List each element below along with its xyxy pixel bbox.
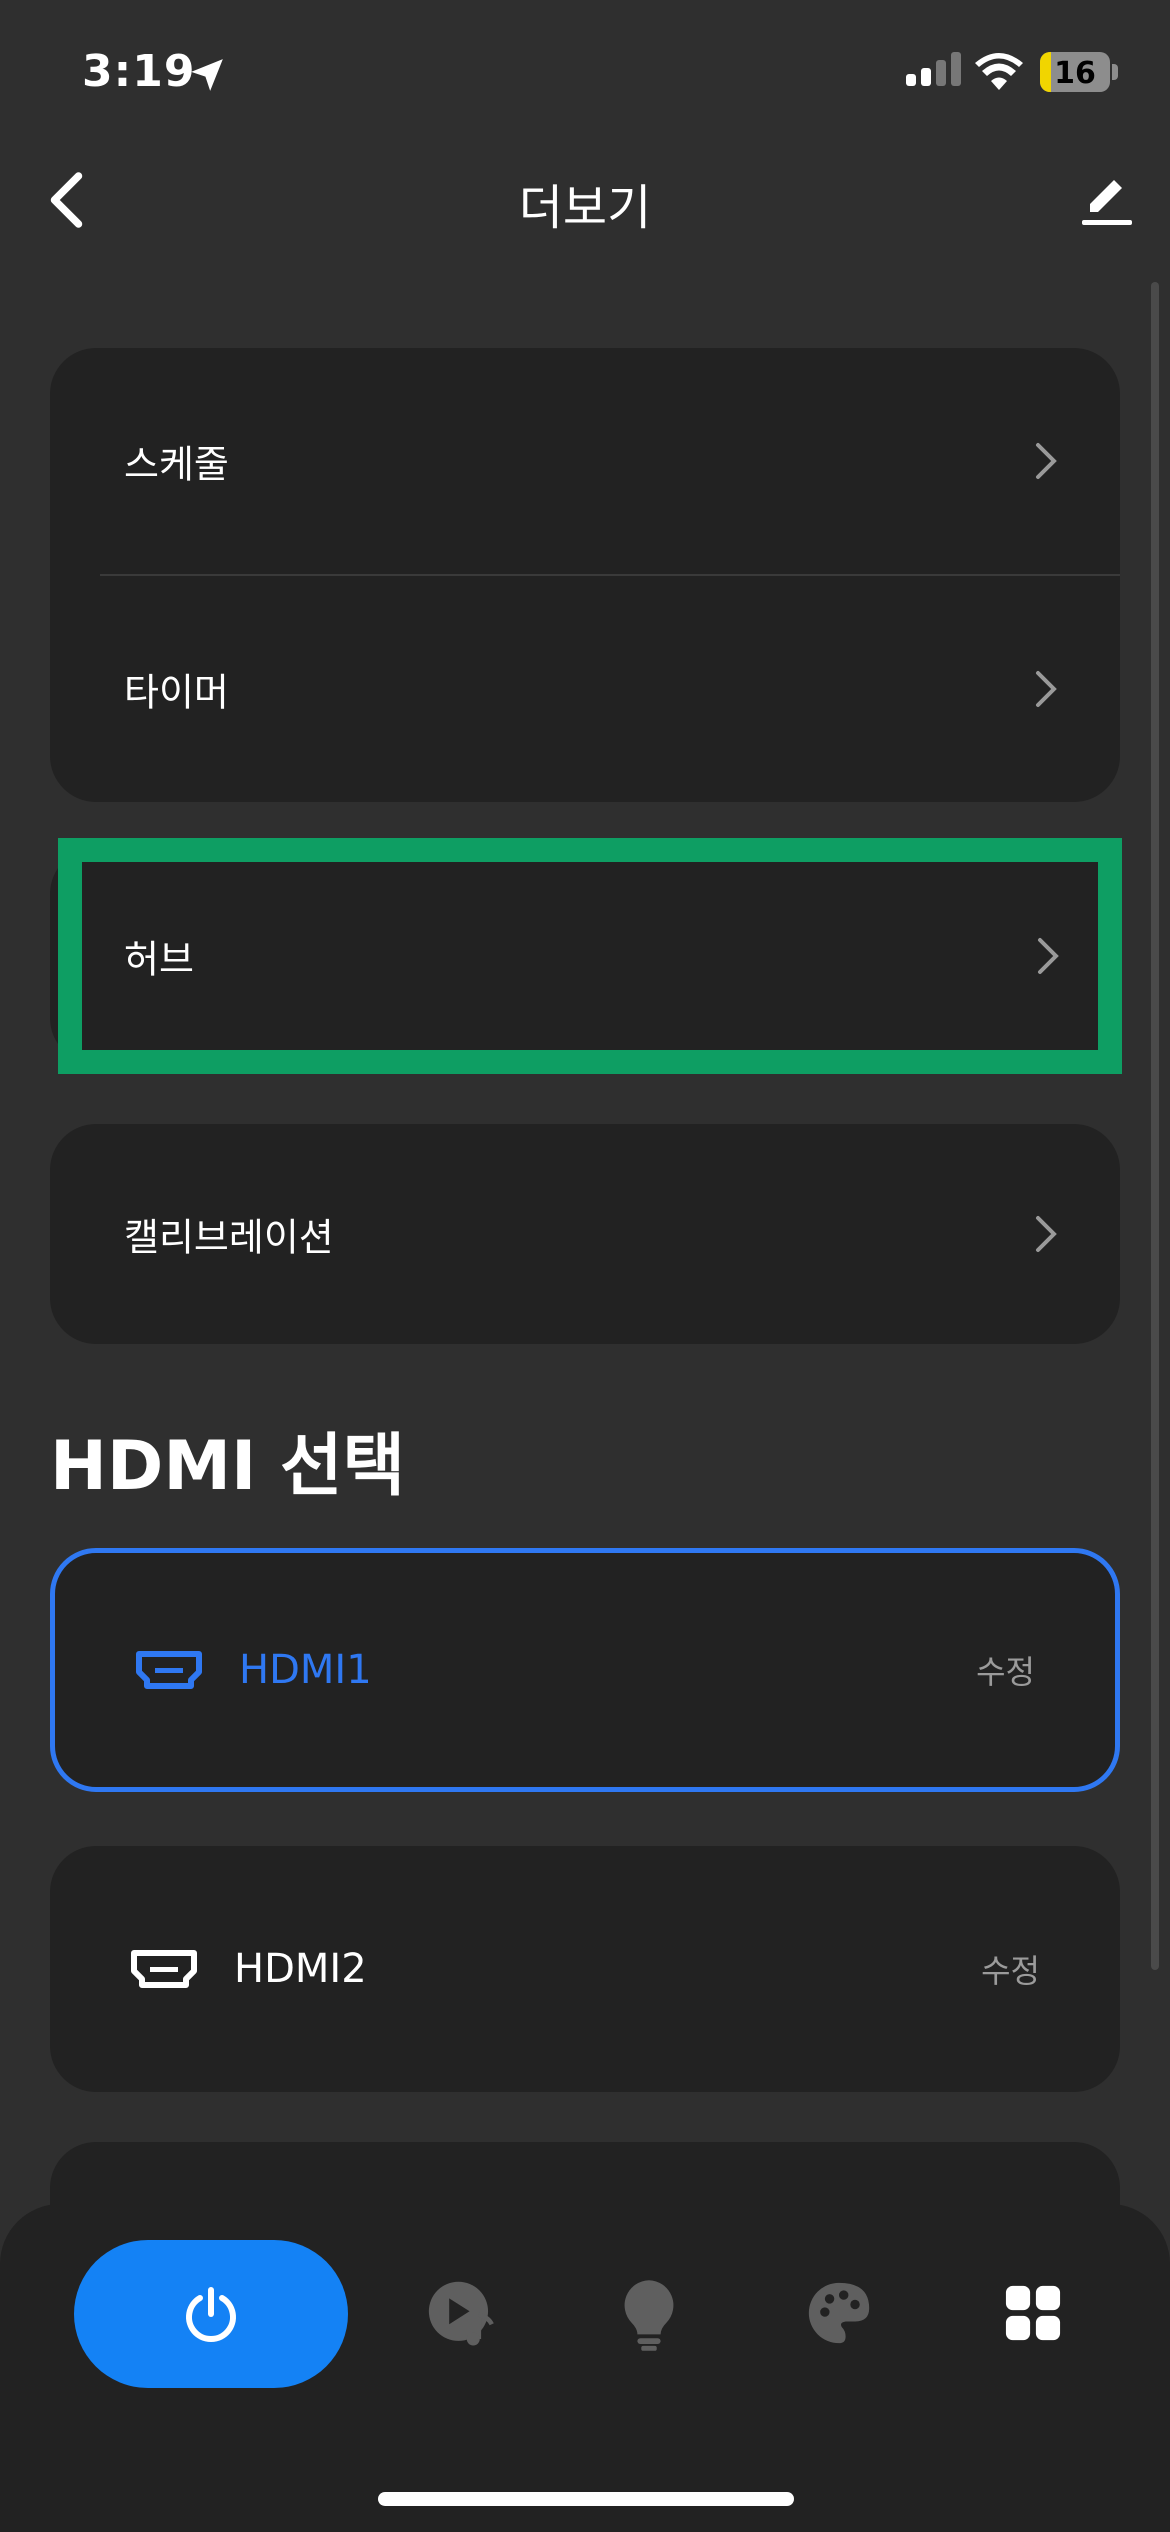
cellular-signal-icon xyxy=(906,52,966,92)
wifi-icon xyxy=(975,53,1023,90)
menu-item-calibration[interactable]: 캘리브레이션 xyxy=(50,1124,1120,1344)
menu-item-schedule[interactable]: 스케줄 xyxy=(50,348,1120,574)
menu-item-timer[interactable]: 타이머 xyxy=(50,576,1120,802)
hdmi-label: HDMI2 xyxy=(234,1946,367,1992)
chevron-right-icon xyxy=(1036,671,1057,707)
hdmi-option-2[interactable]: HDMI2 수정 xyxy=(50,1846,1120,2092)
menu-item-label: 허브 xyxy=(124,937,194,982)
hdmi-edit-button[interactable]: 수정 xyxy=(976,1647,1035,1693)
hdmi-option-1[interactable]: HDMI1 수정 xyxy=(50,1548,1120,1792)
palette-icon[interactable] xyxy=(806,2280,872,2346)
status-time: 3:19 xyxy=(82,46,196,97)
hdmi-edit-button[interactable]: 수정 xyxy=(981,1946,1040,1992)
menu-item-label: 타이머 xyxy=(124,670,229,715)
music-play-icon[interactable] xyxy=(424,2278,504,2352)
battery-level: 16 xyxy=(1054,56,1096,91)
grid-icon[interactable] xyxy=(1004,2284,1062,2342)
menu-item-label: 캘리브레이션 xyxy=(124,1215,334,1260)
scrollbar[interactable] xyxy=(1151,282,1159,1970)
chevron-right-icon xyxy=(1036,443,1057,479)
battery-nub xyxy=(1112,64,1118,80)
menu-item-label: 스케줄 xyxy=(124,442,229,487)
page-title: 더보기 xyxy=(518,180,652,236)
chevron-right-icon xyxy=(1036,1216,1057,1252)
chevron-right-icon xyxy=(1038,938,1059,974)
home-indicator xyxy=(378,2492,794,2506)
nav-power-button[interactable] xyxy=(74,2240,348,2388)
location-arrow-icon xyxy=(191,59,223,91)
lightbulb-icon[interactable] xyxy=(620,2276,678,2354)
hdmi-port-icon xyxy=(136,1651,202,1689)
hdmi-label: HDMI1 xyxy=(239,1647,372,1693)
hdmi-port-icon xyxy=(131,1950,197,1988)
menu-group-card: 스케줄 타이머 xyxy=(50,348,1120,802)
battery-indicator: 16 xyxy=(1040,52,1110,92)
section-title-hdmi: HDMI 선택 xyxy=(50,1427,406,1506)
edit-pencil-icon[interactable] xyxy=(1076,170,1136,230)
menu-item-hub[interactable]: 허브 xyxy=(58,838,1122,1074)
power-icon xyxy=(186,2287,236,2343)
